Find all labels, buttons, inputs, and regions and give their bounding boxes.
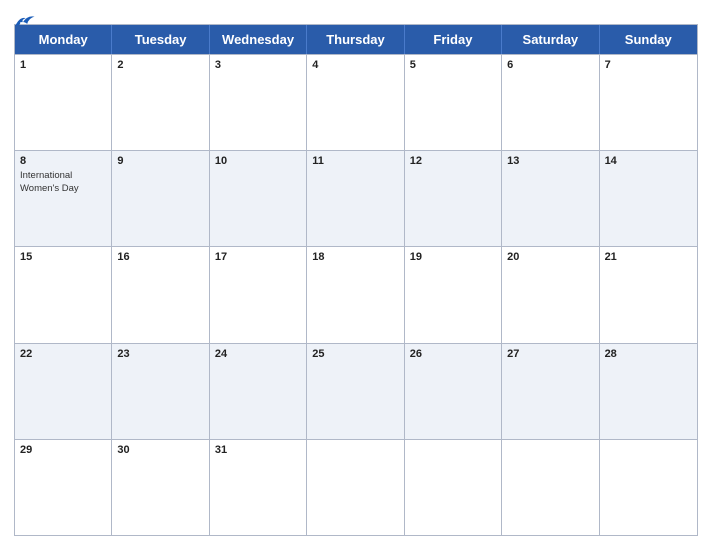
- day-number: 16: [117, 251, 203, 264]
- day-header-thursday: Thursday: [307, 25, 404, 54]
- day-cell: [405, 440, 502, 535]
- day-cell: 22: [15, 344, 112, 439]
- day-number: 21: [605, 251, 692, 264]
- day-cell: [307, 440, 404, 535]
- day-header-friday: Friday: [405, 25, 502, 54]
- day-number: 2: [117, 59, 203, 72]
- day-number: 7: [605, 59, 692, 72]
- day-number: 15: [20, 251, 106, 264]
- day-number: 29: [20, 444, 106, 457]
- day-number: 8: [20, 155, 106, 168]
- day-number: 14: [605, 155, 692, 168]
- day-number: 3: [215, 59, 301, 72]
- day-cell: 3: [210, 55, 307, 150]
- day-cell: 21: [600, 247, 697, 342]
- day-headers-row: MondayTuesdayWednesdayThursdayFridaySatu…: [15, 25, 697, 54]
- day-cell: [600, 440, 697, 535]
- day-number: 31: [215, 444, 301, 457]
- week-row-4: 22 23 24 25 26 27 28: [15, 343, 697, 439]
- day-number: 28: [605, 348, 692, 361]
- week-row-5: 29 30 31: [15, 439, 697, 535]
- logo-area: [14, 12, 39, 30]
- day-header-saturday: Saturday: [502, 25, 599, 54]
- logo-bird-icon: [14, 12, 36, 30]
- day-cell: 15: [15, 247, 112, 342]
- calendar-header: [14, 10, 698, 24]
- calendar-container: MondayTuesdayWednesdayThursdayFridaySatu…: [0, 0, 712, 550]
- day-cell: 30: [112, 440, 209, 535]
- day-cell: 31: [210, 440, 307, 535]
- day-number: 25: [312, 348, 398, 361]
- day-number: 11: [312, 155, 398, 168]
- weeks-container: 12345678International Women's Day9101112…: [15, 54, 697, 535]
- day-number: 27: [507, 348, 593, 361]
- day-number: 12: [410, 155, 496, 168]
- day-cell: 7: [600, 55, 697, 150]
- day-number: 23: [117, 348, 203, 361]
- day-cell: 9: [112, 151, 209, 246]
- day-header-tuesday: Tuesday: [112, 25, 209, 54]
- day-cell: 14: [600, 151, 697, 246]
- week-row-1: 1234567: [15, 54, 697, 150]
- day-cell: 12: [405, 151, 502, 246]
- day-cell: 8 International Women's Day: [15, 151, 112, 246]
- day-cell: 20: [502, 247, 599, 342]
- day-cell: [502, 440, 599, 535]
- day-number: 19: [410, 251, 496, 264]
- day-cell: 5: [405, 55, 502, 150]
- week-row-2: 8 International Women's Day 9 10 11 12 13 14: [15, 150, 697, 246]
- day-number: 30: [117, 444, 203, 457]
- day-number: 22: [20, 348, 106, 361]
- day-cell: 1: [15, 55, 112, 150]
- day-cell: 17: [210, 247, 307, 342]
- day-cell: 18: [307, 247, 404, 342]
- day-number: 26: [410, 348, 496, 361]
- day-cell: 10: [210, 151, 307, 246]
- day-cell: 6: [502, 55, 599, 150]
- day-cell: 11: [307, 151, 404, 246]
- day-cell: 13: [502, 151, 599, 246]
- day-number: 4: [312, 59, 398, 72]
- day-number: 9: [117, 155, 203, 168]
- day-cell: 16: [112, 247, 209, 342]
- day-number: 1: [20, 59, 106, 72]
- day-cell: 4: [307, 55, 404, 150]
- event-text: International Women's Day: [20, 170, 106, 195]
- calendar-grid: MondayTuesdayWednesdayThursdayFridaySatu…: [14, 24, 698, 536]
- day-number: 13: [507, 155, 593, 168]
- day-cell: 26: [405, 344, 502, 439]
- day-cell: 29: [15, 440, 112, 535]
- day-cell: 24: [210, 344, 307, 439]
- day-cell: 25: [307, 344, 404, 439]
- day-number: 20: [507, 251, 593, 264]
- day-number: 24: [215, 348, 301, 361]
- day-cell: 27: [502, 344, 599, 439]
- day-header-sunday: Sunday: [600, 25, 697, 54]
- day-number: 6: [507, 59, 593, 72]
- day-number: 10: [215, 155, 301, 168]
- day-header-wednesday: Wednesday: [210, 25, 307, 54]
- day-cell: 2: [112, 55, 209, 150]
- day-cell: 28: [600, 344, 697, 439]
- day-cell: 23: [112, 344, 209, 439]
- week-row-3: 15 16 17 18 19 20 21: [15, 246, 697, 342]
- day-number: 5: [410, 59, 496, 72]
- day-number: 17: [215, 251, 301, 264]
- day-cell: 19: [405, 247, 502, 342]
- day-number: 18: [312, 251, 398, 264]
